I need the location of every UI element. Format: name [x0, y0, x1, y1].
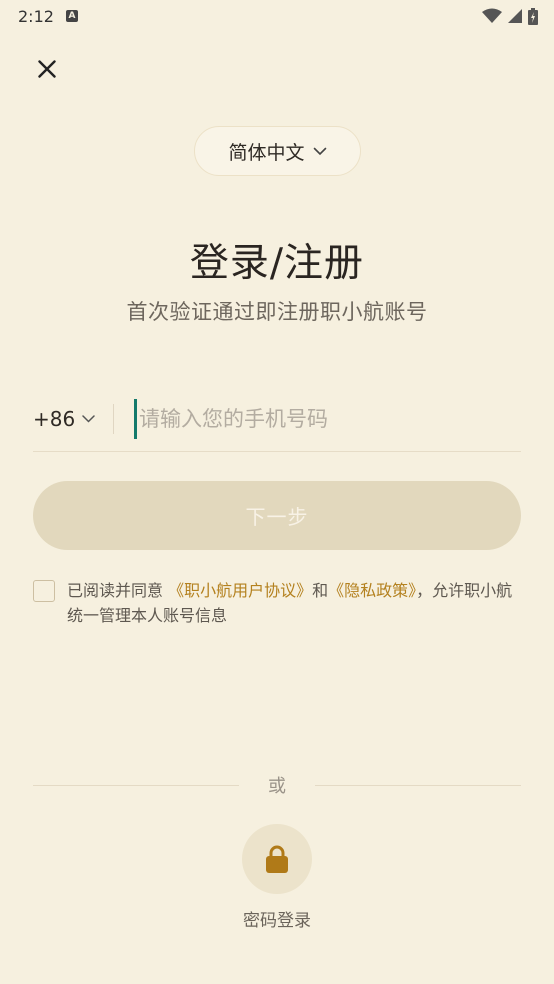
- password-login-circle[interactable]: [242, 824, 312, 894]
- or-label: 或: [268, 776, 286, 797]
- close-icon: [38, 60, 56, 78]
- chevron-down-icon: [313, 147, 326, 155]
- or-divider: 或: [33, 772, 521, 798]
- agreement-checkbox[interactable]: [33, 580, 55, 602]
- country-code-label: +86: [33, 406, 76, 431]
- agreement-text: 已阅读并同意 《职小航用户协议》和《隐私政策》，允许职小航统一管理本人账号信息: [67, 578, 523, 628]
- page-title: 登录/注册: [189, 241, 365, 286]
- divider-line-right: [315, 784, 521, 786]
- password-login-button[interactable]: 密码登录: [0, 824, 554, 931]
- divider: [113, 403, 114, 434]
- lock-icon: [266, 845, 288, 873]
- status-time: 2:12: [18, 6, 54, 26]
- language-selector[interactable]: 简体中文: [194, 126, 361, 176]
- next-step-button[interactable]: 下一步: [33, 481, 521, 550]
- privacy-policy-link[interactable]: 《隐私政策》: [328, 581, 416, 600]
- country-code-selector[interactable]: +86: [33, 407, 113, 431]
- agreement-connector: 和: [312, 581, 329, 600]
- battery-icon: [528, 7, 538, 25]
- user-agreement-link[interactable]: 《职小航用户协议》: [168, 581, 312, 600]
- wifi-icon: [482, 8, 502, 23]
- status-bar: 2:12 A: [0, 0, 554, 32]
- agreement-row: 已阅读并同意 《职小航用户协议》和《隐私政策》，允许职小航统一管理本人账号信息: [33, 578, 523, 628]
- password-login-label: 密码登录: [243, 911, 311, 931]
- close-button[interactable]: [30, 52, 64, 86]
- language-label: 简体中文: [228, 141, 305, 164]
- chevron-down-icon: [82, 414, 95, 423]
- signal-icon: [508, 9, 522, 23]
- phone-input-row: +86: [33, 386, 521, 452]
- phone-number-input[interactable]: [134, 398, 521, 439]
- login-screen: 2:12 A 简体中文 登录/注册 首次验证通过即注册职小航账号 +86 请输入…: [0, 0, 554, 984]
- agreement-prefix: 已阅读并同意: [67, 581, 169, 600]
- divider-line-left: [33, 784, 239, 786]
- page-subtitle: 首次验证通过即注册职小航账号: [126, 300, 428, 324]
- a-icon: A: [65, 10, 78, 22]
